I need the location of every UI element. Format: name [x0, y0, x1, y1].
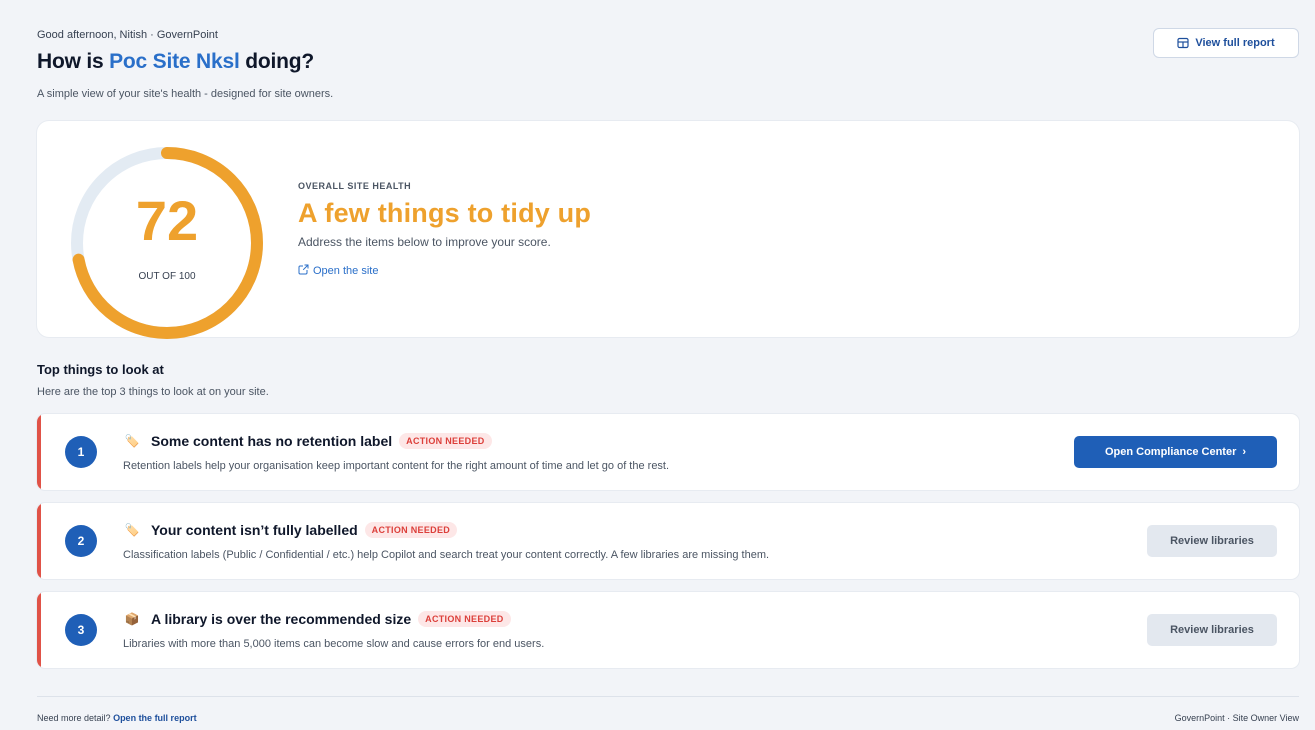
issue-card-library-size: 3 📦 A library is over the recommended si…: [37, 592, 1299, 668]
review-libraries-button[interactable]: Review libraries: [1147, 614, 1277, 646]
severity-bar: [37, 503, 41, 579]
site-health-card: 72 OUT OF 100 OVERALL SITE HEALTH A few …: [37, 121, 1299, 339]
health-score-max: OUT OF 100: [138, 271, 196, 282]
severity-bar: [37, 592, 41, 668]
health-score-value: 72: [135, 189, 199, 252]
tag-icon: 🏷️: [124, 434, 140, 448]
footer-divider: [37, 696, 1299, 697]
health-score-gauge: 72 OUT OF 100: [67, 143, 267, 343]
health-headline: A few things to tidy up: [298, 198, 592, 228]
issue-card-classification: 2 🏷️ Your content isn’t fully labelled A…: [37, 503, 1299, 579]
issue-title: A library is over the recommended size: [151, 611, 412, 627]
issue-description: Libraries with more than 5,000 items can…: [123, 638, 545, 650]
health-summary: OVERALL SITE HEALTH A few things to tidy…: [298, 181, 591, 278]
open-site-link[interactable]: Open the site: [298, 264, 591, 278]
report-icon: [1177, 37, 1189, 49]
site-name: Poc Site Nksl: [109, 50, 240, 73]
open-full-report-link[interactable]: Open the full report: [113, 713, 197, 723]
action-needed-badge: ACTION NEEDED: [399, 433, 492, 449]
open-site-label: Open the site: [313, 265, 379, 277]
greeting: Good afternoon, Nitish · GovernPoint: [37, 29, 218, 41]
action-needed-badge: ACTION NEEDED: [418, 611, 511, 627]
title-prefix: How is: [37, 50, 110, 73]
action-needed-badge: ACTION NEEDED: [364, 522, 458, 538]
open-compliance-center-label: Open Compliance Center: [1104, 446, 1237, 458]
issue-number: 2: [65, 525, 97, 557]
issue-title: Some content has no retention label: [151, 433, 393, 449]
review-libraries-button[interactable]: Review libraries: [1147, 525, 1277, 557]
footer-help: Need more detail? Open the full report: [37, 713, 197, 723]
health-description: Address the items below to improve your …: [298, 235, 551, 249]
issue-description: Retention labels help your organisation …: [123, 460, 670, 472]
external-link-icon: [298, 264, 309, 278]
issue-card-retention: 1 🏷️ Some content has no retention label…: [37, 414, 1299, 490]
footer-prefix: Need more detail?: [37, 713, 111, 723]
page-subtitle: A simple view of your site's health - de…: [37, 88, 334, 100]
issue-title: Your content isn’t fully labelled: [151, 522, 358, 538]
chevron-right-icon: ›: [1242, 446, 1247, 458]
section-subtitle: Here are the top 3 things to look at on …: [37, 386, 269, 398]
page-title: How is Poc Site Nksl doing?: [37, 50, 314, 74]
view-full-report-button[interactable]: View full report: [1153, 28, 1299, 58]
footer-brand: GovernPoint · Site Owner View: [1174, 713, 1299, 723]
health-eyebrow: OVERALL SITE HEALTH: [298, 181, 412, 191]
severity-bar: [37, 414, 41, 490]
package-icon: 📦: [124, 612, 140, 626]
tag-icon: 🏷️: [124, 523, 140, 537]
open-compliance-center-button[interactable]: Open Compliance Center ›: [1074, 436, 1277, 468]
title-suffix: doing?: [239, 50, 315, 73]
issue-description: Classification labels (Public / Confiden…: [123, 549, 770, 561]
section-title: Top things to look at: [37, 362, 164, 377]
issue-number: 1: [65, 436, 97, 468]
view-full-report-label: View full report: [1195, 37, 1275, 49]
issue-number: 3: [65, 614, 97, 646]
